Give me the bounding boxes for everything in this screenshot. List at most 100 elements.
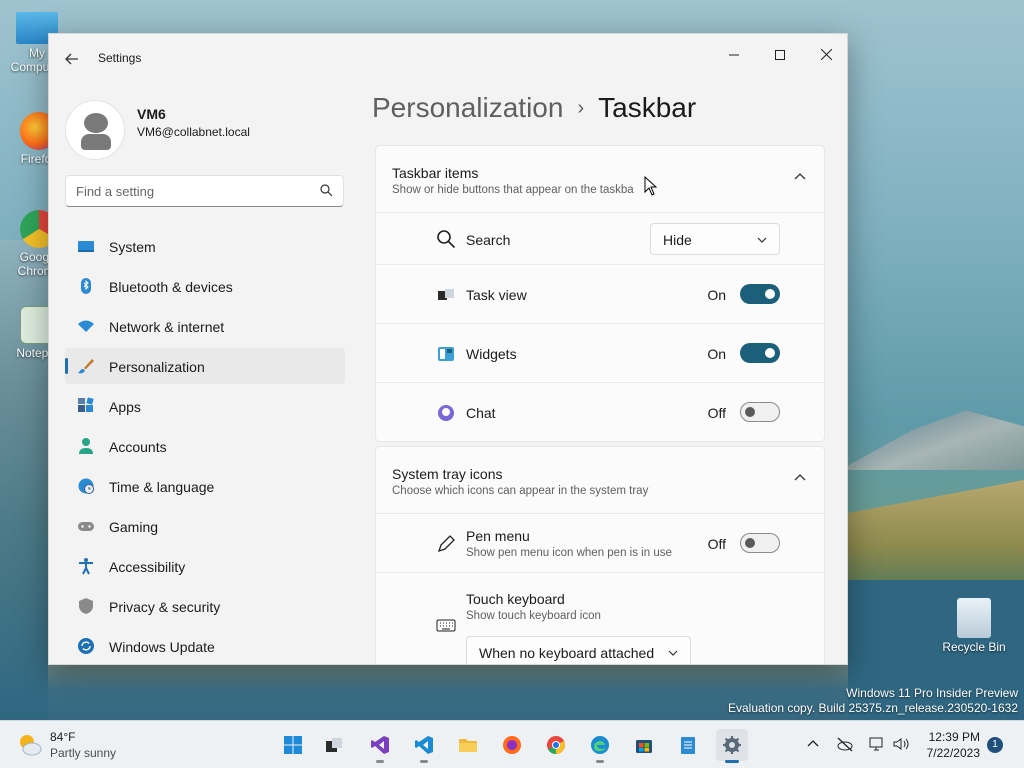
widgets-state: On bbox=[707, 346, 726, 362]
chevron-up-icon[interactable] bbox=[804, 735, 822, 753]
taskbar-edge[interactable] bbox=[584, 729, 616, 763]
pen-menu-toggle[interactable] bbox=[740, 533, 780, 553]
sidebar-item-network-internet[interactable]: Network & internet bbox=[65, 308, 345, 344]
search-row: Search Hide bbox=[376, 213, 824, 265]
chat-row: Chat Off bbox=[376, 383, 824, 442]
chevron-up-icon bbox=[794, 474, 806, 481]
widgets-row: Widgets On bbox=[376, 324, 824, 383]
taskbar-vscode[interactable] bbox=[408, 729, 440, 763]
weather-description[interactable]: Partly sunny bbox=[50, 746, 116, 760]
sidebar-item-personalization[interactable]: Personalization bbox=[65, 348, 345, 384]
search-icon bbox=[320, 184, 333, 197]
taskbar-firefox[interactable] bbox=[496, 729, 528, 761]
clock-time[interactable]: 12:39 PM bbox=[929, 730, 980, 744]
search-visibility-dropdown[interactable]: Hide bbox=[650, 223, 780, 255]
maximize-button[interactable] bbox=[757, 40, 803, 70]
cloud-offline-icon[interactable] bbox=[836, 735, 854, 753]
taskbar: 84°F Partly sunny 12:39 PM 7/22/2023 1 bbox=[0, 720, 1024, 768]
chat-state: Off bbox=[707, 405, 726, 421]
sidebar-item-windows-update[interactable]: Windows Update bbox=[65, 628, 345, 664]
pen-menu-row: Pen menu Show pen menu icon when pen is … bbox=[376, 514, 824, 573]
recycle-bin-icon bbox=[957, 598, 991, 638]
windows-logo-icon bbox=[284, 736, 302, 754]
task-view-state: On bbox=[707, 287, 726, 303]
arrow-left-icon bbox=[65, 53, 78, 65]
os-watermark: Windows 11 Pro Insider Preview Evaluatio… bbox=[728, 686, 1018, 715]
sidebar-item-time-language[interactable]: Time & language bbox=[65, 468, 345, 504]
settings-content[interactable]: Taskbar items Show or hide buttons that … bbox=[375, 145, 825, 664]
task-view-icon bbox=[438, 289, 454, 300]
mouse-cursor-icon bbox=[644, 176, 658, 196]
chat-icon bbox=[438, 405, 454, 421]
minimize-icon bbox=[729, 54, 739, 56]
notepad-icon bbox=[681, 737, 695, 754]
search-icon bbox=[437, 230, 456, 249]
bluetooth-icon bbox=[81, 278, 91, 294]
task-view-icon bbox=[326, 738, 342, 752]
volume-icon[interactable] bbox=[892, 735, 910, 753]
desktop-wallpaper-field bbox=[848, 480, 1024, 590]
firefox-icon bbox=[503, 736, 521, 754]
back-button[interactable] bbox=[61, 48, 83, 70]
accessibility-icon bbox=[79, 558, 93, 575]
window-title: Settings bbox=[98, 51, 142, 65]
breadcrumb: Personalization › Taskbar bbox=[372, 92, 696, 124]
breadcrumb-parent[interactable]: Personalization bbox=[372, 92, 563, 123]
person-icon bbox=[79, 438, 93, 454]
sidebar-item-privacy-security[interactable]: Privacy & security bbox=[65, 588, 345, 624]
gear-icon bbox=[723, 736, 741, 754]
partly-sunny-icon[interactable] bbox=[16, 731, 44, 759]
touch-keyboard-row: Touch keyboard Show touch keyboard icon … bbox=[376, 573, 824, 664]
widgets-toggle[interactable] bbox=[740, 343, 780, 363]
sidebar-nav: System Bluetooth & devices Network & int… bbox=[65, 228, 345, 664]
folder-icon bbox=[459, 739, 477, 752]
taskbar-store[interactable] bbox=[628, 729, 660, 761]
keyboard-icon bbox=[436, 619, 456, 632]
close-button[interactable] bbox=[803, 40, 847, 70]
weather-temp[interactable]: 84°F bbox=[50, 730, 75, 744]
visual-studio-icon bbox=[371, 736, 389, 754]
taskbar-notepad[interactable] bbox=[672, 729, 704, 761]
sidebar-item-system[interactable]: System bbox=[65, 228, 345, 264]
sidebar-item-gaming[interactable]: Gaming bbox=[65, 508, 345, 544]
page-title: Taskbar bbox=[598, 92, 697, 123]
apps-icon bbox=[78, 397, 94, 412]
taskbar-items-header[interactable]: Taskbar items Show or hide buttons that … bbox=[376, 146, 824, 213]
user-email: VM6@collabnet.local bbox=[137, 125, 250, 139]
network-icon[interactable] bbox=[868, 735, 886, 753]
close-icon bbox=[820, 48, 832, 61]
sidebar-item-accounts[interactable]: Accounts bbox=[65, 428, 345, 464]
brush-icon bbox=[78, 359, 94, 374]
taskbar-chrome[interactable] bbox=[540, 729, 572, 761]
edge-icon bbox=[591, 736, 609, 754]
chat-toggle[interactable] bbox=[740, 402, 780, 422]
system-tray-header[interactable]: System tray icons Choose which icons can… bbox=[376, 447, 824, 514]
chevron-up-icon bbox=[794, 173, 806, 180]
sidebar-item-accessibility[interactable]: Accessibility bbox=[65, 548, 345, 584]
taskbar-task-view[interactable] bbox=[318, 729, 350, 761]
shield-icon bbox=[79, 598, 93, 614]
avatar bbox=[65, 100, 125, 160]
task-view-toggle[interactable] bbox=[740, 284, 780, 304]
notification-badge[interactable]: 1 bbox=[987, 737, 1003, 753]
monitor-icon bbox=[78, 241, 94, 252]
taskbar-file-explorer[interactable] bbox=[452, 729, 484, 761]
globe-clock-icon bbox=[78, 478, 94, 494]
update-icon bbox=[78, 638, 94, 654]
chevron-down-icon bbox=[668, 650, 678, 656]
sidebar-item-apps[interactable]: Apps bbox=[65, 388, 345, 424]
taskbar-settings[interactable] bbox=[716, 729, 748, 763]
search-input[interactable]: Find a setting bbox=[65, 175, 344, 207]
touch-keyboard-dropdown[interactable]: When no keyboard attached bbox=[466, 636, 691, 664]
maximize-icon bbox=[775, 50, 785, 60]
pen-menu-state: Off bbox=[707, 536, 726, 552]
title-bar: Settings bbox=[49, 34, 847, 82]
clock-date[interactable]: 7/22/2023 bbox=[927, 746, 980, 760]
taskbar-visual-studio[interactable] bbox=[364, 729, 396, 763]
system-tray-card: System tray icons Choose which icons can… bbox=[375, 446, 825, 664]
desktop-icon-recycle-bin[interactable]: Recycle Bin bbox=[939, 598, 1009, 654]
minimize-button[interactable] bbox=[711, 40, 757, 70]
sidebar-item-bluetooth-devices[interactable]: Bluetooth & devices bbox=[65, 268, 345, 304]
desktop-wallpaper-mountain bbox=[840, 407, 1024, 470]
start-button[interactable] bbox=[277, 729, 309, 761]
